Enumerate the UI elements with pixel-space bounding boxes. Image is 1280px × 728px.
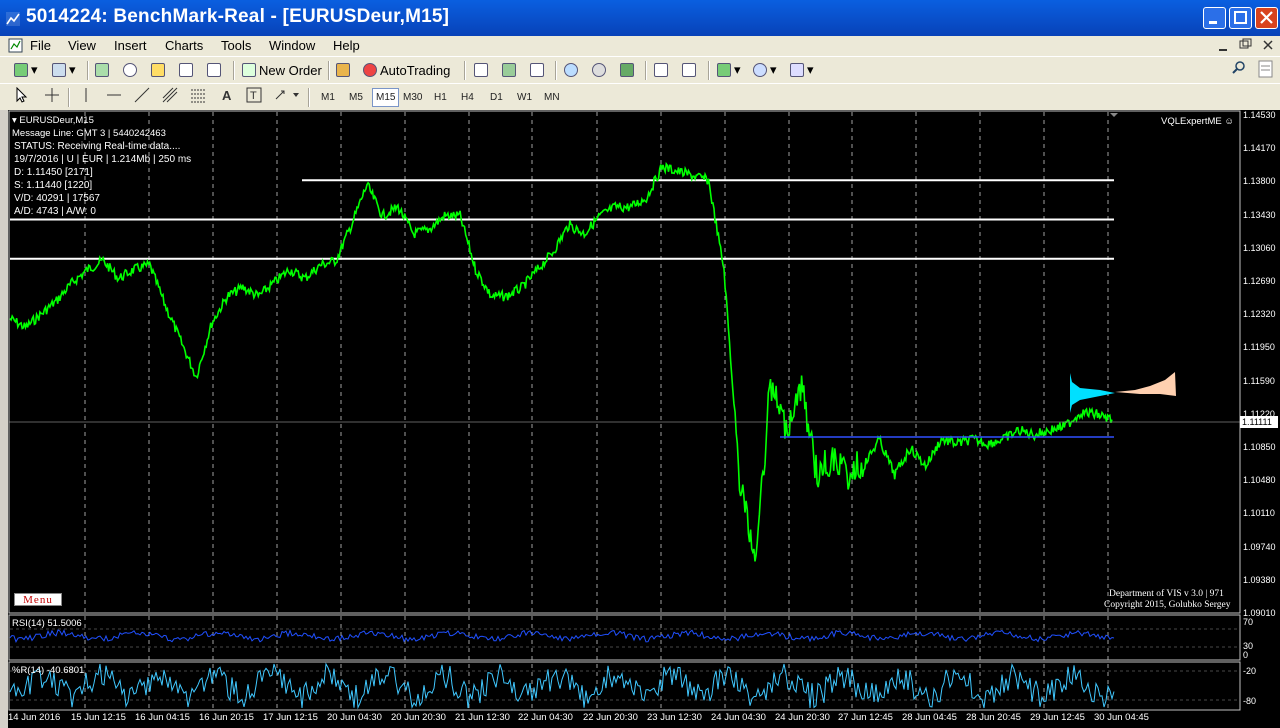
date-tick-label: 30 Jun 04:45 [1094,712,1149,723]
info-line-4: D: 1.11450 [2171] [14,167,93,178]
date-tick-label: 24 Jun 20:30 [775,712,830,723]
info-line-2: STATUS: Receiving Real-time data.... [14,141,181,152]
price-tick-label: 1.12690 [1243,276,1276,286]
date-tick-label: 29 Jun 12:45 [1030,712,1085,723]
price-tick-label: 1.09380 [1243,574,1276,585]
date-tick-label: 23 Jun 12:30 [647,712,702,723]
expert-name: VQLExpertME [1161,116,1222,127]
info-line-5: S: 1.11440 [1220] [14,180,93,191]
price-tick-label: 1.11590 [1243,375,1275,386]
date-tick-label: 22 Jun 20:30 [583,712,638,723]
wpr-level-20-label: -20 [1243,666,1257,676]
price-tick-label: 1.13800 [1243,176,1276,187]
volume-profile-peach [1115,372,1176,396]
price-tick-label: 1.13060 [1243,242,1276,253]
date-tick-label: 28 Jun 04:45 [902,712,957,723]
price-tick-label: 1.10480 [1243,475,1276,486]
horizontal-levels [10,179,1114,260]
date-tick-label: 28 Jun 20:45 [966,712,1021,723]
rsi-level-70-label: 70 [1243,617,1254,627]
date-tick-label: 22 Jun 04:30 [518,712,573,723]
chart-grid [84,112,1109,710]
info-line-3: 19/7/2016 | U | EUR | 1.214Mb | 250 ms [14,154,192,165]
date-tick-label: 20 Jun 20:30 [391,712,446,723]
wpr-level-80-label: -80 [1243,696,1257,706]
date-tick-label: 14 Jun 2016 [8,712,61,723]
price-tick-label: 1.13430 [1243,209,1276,220]
date-tick-label: 15 Jun 12:15 [71,712,126,723]
date-tick-label: 16 Jun 04:15 [135,712,190,723]
info-line-6: V/D: 40291 | 17567 [14,193,100,204]
chart-symbol-header[interactable]: ▾ EURUSDeur,M15 [12,115,94,126]
chart-symbol-label: EURUSDeur,M15 [19,115,94,126]
date-tick-label: 20 Jun 04:30 [327,712,382,723]
copyright-line-2: Copyright 2015, Golubko Sergey [1104,600,1231,610]
info-line-1: Message Line: GMT 3 | 5440242463 [12,128,166,139]
price-tick-label: 1.09740 [1243,541,1276,552]
date-tick-label: 21 Jun 12:30 [455,712,510,723]
rsi-line [9,629,1115,644]
price-tick-label: 1.14170 [1243,143,1276,154]
info-line-7: A/D: 4743 | A/W: 0 [14,206,96,217]
rsi-label: RSI(14) 51.5006 [12,618,82,629]
wpr-label: %R(14) -40.6801 [12,665,85,676]
price-tick-label: 1.10850 [1243,442,1276,452]
date-tick-label: 24 Jun 04:30 [711,712,766,723]
main-panel-border [8,110,1241,614]
date-tick-label: 17 Jun 12:15 [263,712,318,723]
chart-shift-marker[interactable] [1110,113,1118,117]
date-tick-label: 27 Jun 12:45 [838,712,893,723]
date-tick-label: 16 Jun 20:15 [199,712,254,723]
smiley-icon: ☺ [1224,116,1235,127]
menu-button[interactable]: Menu [14,593,62,606]
price-tick-label: 1.09010 [1243,608,1276,618]
price-line [9,161,1113,562]
price-tick-label: 1.14530 [1243,110,1276,120]
copyright-line-1: Department of VIS v 3.0 | 971 [1109,589,1224,599]
price-tick-label: 1.12320 [1243,309,1276,320]
expert-advisor-label[interactable]: VQLExpertME ☺ [1161,116,1234,127]
chart-canvas[interactable] [0,0,1280,728]
rsi-level-0-label: 0 [1243,650,1249,660]
volume-profile [1070,372,1176,413]
price-tick-label: 1.11220 [1243,408,1275,419]
price-tick-label: 1.10110 [1243,508,1275,519]
price-tick-label: 1.11950 [1243,342,1275,353]
